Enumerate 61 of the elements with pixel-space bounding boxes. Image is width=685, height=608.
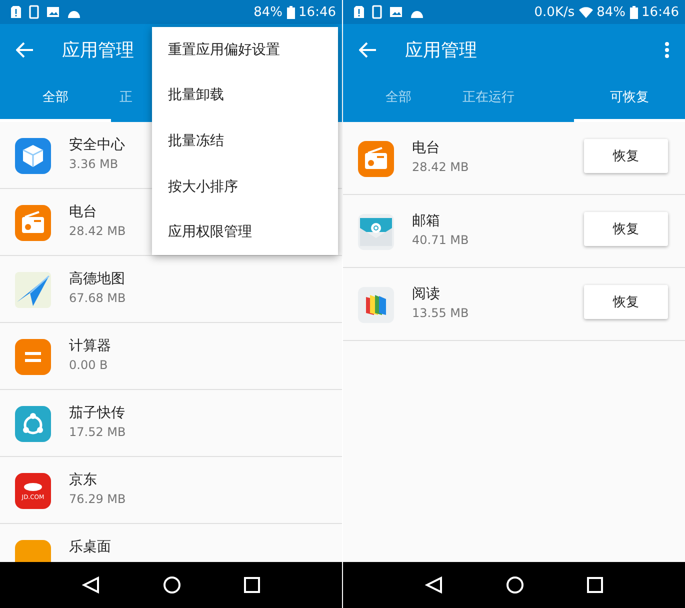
menu-item[interactable]: 重置应用偏好设置 (152, 27, 338, 73)
menu-item[interactable]: 批量冻结 (152, 118, 338, 164)
menu-item[interactable]: 应用权限管理 (152, 209, 338, 255)
app-name: 电台 (412, 139, 440, 157)
calculator-app-icon (15, 339, 51, 375)
restore-button[interactable]: 恢复 (584, 212, 668, 246)
phone-icon (29, 5, 39, 19)
app-name: 阅读 (412, 285, 440, 303)
app-name: 邮箱 (412, 212, 440, 230)
app-size: 3.36 MB (69, 157, 118, 171)
battery-percent: 84% (596, 4, 626, 20)
back-nav-icon[interactable] (82, 576, 100, 594)
restore-button[interactable]: 恢复 (584, 139, 668, 173)
app-size: 17.52 MB (69, 425, 126, 439)
app-size: 0.00 B (69, 358, 108, 372)
image-icon (46, 6, 60, 18)
clock: 16:46 (298, 4, 336, 20)
book-app-icon (358, 287, 394, 323)
toolbar-title: 应用管理 (405, 38, 477, 62)
app-size: 76.29 MB (69, 492, 126, 506)
app-name: 电台 (69, 203, 97, 221)
home-nav-icon[interactable] (162, 576, 181, 594)
battery-icon (630, 6, 638, 18)
mail-app-icon (358, 214, 394, 250)
app-size: 28.42 MB (412, 160, 469, 174)
image-icon (389, 6, 403, 18)
app-size: 67.68 MB (69, 291, 126, 305)
battery-icon (286, 6, 295, 18)
tab[interactable]: 全部 (0, 75, 112, 122)
app-size: 28.42 MB (69, 224, 126, 238)
network-speed: 0.0K/s (534, 4, 575, 20)
app-name: 京东 (69, 471, 97, 489)
clock: 16:46 (642, 4, 679, 20)
home-nav-icon[interactable] (506, 576, 524, 594)
sim-alert-icon (10, 5, 22, 19)
cube-app-icon (15, 138, 51, 174)
app-name: 计算器 (69, 337, 111, 355)
back-nav-icon[interactable] (424, 576, 443, 594)
back-arrow-icon[interactable] (359, 42, 377, 58)
radio-app-icon (358, 141, 394, 177)
back-arrow-icon[interactable] (16, 42, 34, 58)
restore-button[interactable]: 恢复 (584, 285, 668, 319)
app-size: 40.71 MB (412, 233, 469, 247)
app-name: 高德地图 (69, 270, 125, 288)
radio-app-icon (15, 205, 51, 241)
tab[interactable]: 可恢复 (574, 75, 685, 122)
menu-item[interactable]: 批量卸载 (152, 72, 338, 118)
app-size: 13.55 MB (412, 306, 469, 320)
app-name: 安全中心 (69, 136, 125, 154)
recents-nav-icon[interactable] (587, 577, 604, 593)
recents-nav-icon[interactable] (244, 577, 260, 593)
menu-item[interactable]: 按大小排序 (152, 164, 338, 210)
app-name: 乐桌面 (69, 538, 111, 556)
app-name: 茄子快传 (69, 404, 125, 422)
sim-alert-icon (353, 5, 365, 19)
map-app-icon (15, 272, 51, 308)
more-options-icon[interactable] (665, 42, 669, 58)
toolbar-title: 应用管理 (62, 38, 134, 62)
share-app-icon (15, 406, 51, 442)
battery-percent: 84% (254, 4, 283, 20)
phone-icon (372, 5, 382, 19)
